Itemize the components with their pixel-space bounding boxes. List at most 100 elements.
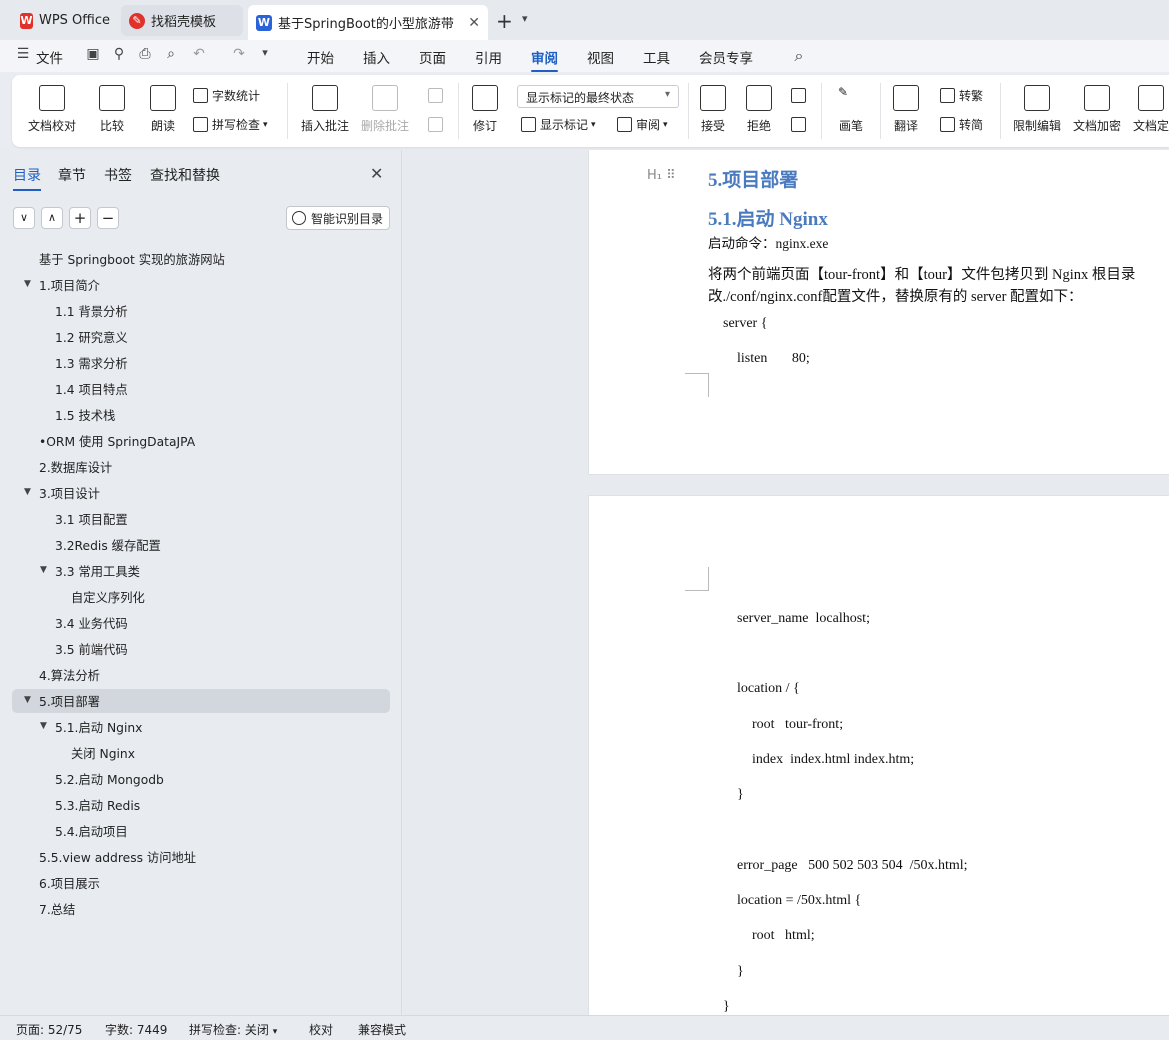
- heading-2[interactable]: 5.1.启动 Nginx: [708, 204, 828, 231]
- print-icon[interactable]: ⎙: [136, 46, 154, 64]
- reject-button[interactable]: 拒绝: [746, 85, 772, 134]
- code-line[interactable]: location = /50x.html {: [737, 893, 861, 909]
- code-line[interactable]: listen 80;: [737, 351, 810, 367]
- menu-page[interactable]: 页面: [419, 47, 446, 67]
- toc-item[interactable]: 2.数据库设计: [12, 455, 390, 479]
- code-line[interactable]: server {: [723, 316, 767, 332]
- share-icon[interactable]: ⚲: [110, 46, 128, 64]
- menu-file[interactable]: 文件: [36, 47, 63, 67]
- add-heading-button[interactable]: +: [69, 207, 91, 229]
- toc-item[interactable]: 1.1 背景分析: [12, 299, 390, 323]
- toc-item[interactable]: 1.4 项目特点: [12, 377, 390, 401]
- delete-comment-button[interactable]: 删除批注: [361, 85, 409, 134]
- menu-start[interactable]: 开始: [307, 47, 334, 67]
- tab-sections[interactable]: 章节: [58, 165, 86, 185]
- track-changes-button[interactable]: 修订: [472, 85, 498, 134]
- to-traditional-button[interactable]: 转繁: [940, 87, 983, 104]
- prev-comment-icon[interactable]: [428, 88, 447, 103]
- toc-item[interactable]: 5.4.启动项目: [12, 819, 390, 843]
- toc-item[interactable]: 3.5 前端代码: [12, 637, 390, 661]
- toc-item[interactable]: 1.2 研究意义: [12, 325, 390, 349]
- proofread-status[interactable]: 校对: [309, 1021, 333, 1038]
- toc-item[interactable]: 关闭 Nginx: [12, 741, 390, 765]
- markup-state-select[interactable]: 显示标记的最终状态 ▾: [517, 85, 679, 108]
- toc-item[interactable]: 7.总结: [12, 897, 390, 921]
- heading-1[interactable]: 5.项目部署: [708, 165, 798, 192]
- toc-item[interactable]: 5.2.启动 Mongodb: [12, 767, 390, 791]
- toc-item[interactable]: 5.项目部署 ▼: [12, 689, 390, 713]
- save-icon[interactable]: ▣: [84, 46, 102, 64]
- code-line[interactable]: location / {: [737, 681, 800, 697]
- tab-find-replace[interactable]: 查找和替换: [150, 165, 220, 185]
- code-line[interactable]: root html;: [752, 928, 815, 944]
- tab-bookmarks[interactable]: 书签: [104, 165, 132, 185]
- expand-caret-icon[interactable]: ▼: [40, 721, 47, 731]
- spell-check-status[interactable]: 拼写检查: 关闭 ▾: [189, 1021, 277, 1038]
- toc-item[interactable]: 6.项目展示: [12, 871, 390, 895]
- paragraph-line[interactable]: 将两个前端页面【tour-front】和【tour】文件包拷贝到 Nginx 根…: [708, 263, 1135, 284]
- review-pane-button[interactable]: 审阅 ▾: [617, 116, 668, 133]
- toc-item[interactable]: 4.算法分析: [12, 663, 390, 687]
- close-icon[interactable]: ✕: [370, 164, 383, 183]
- read-aloud-button[interactable]: 朗读: [150, 85, 176, 134]
- add-tab-icon[interactable]: +: [496, 9, 513, 33]
- word-count[interactable]: 字数: 7449: [105, 1021, 167, 1038]
- toc-item[interactable]: 3.3 常用工具类 ▼: [12, 559, 390, 583]
- toc-item[interactable]: 3.1 项目配置: [12, 507, 390, 531]
- toc-item[interactable]: 1.3 需求分析: [12, 351, 390, 375]
- redo-icon[interactable]: ↷: [230, 46, 248, 64]
- encrypt-button[interactable]: 文档加密: [1073, 85, 1121, 134]
- toc-item[interactable]: •ORM 使用 SpringDataJPA: [12, 429, 390, 453]
- menu-tools[interactable]: 工具: [643, 47, 670, 67]
- code-line[interactable]: error_page 500 502 503 504 /50x.html;: [737, 858, 968, 874]
- next-comment-icon[interactable]: [428, 117, 447, 132]
- show-markup-button[interactable]: 显示标记 ▾: [521, 116, 596, 133]
- toc-item[interactable]: 3.4 业务代码: [12, 611, 390, 635]
- finalize-button[interactable]: 文档定: [1133, 85, 1169, 134]
- menu-references[interactable]: 引用: [475, 47, 502, 67]
- tab-document[interactable]: W 基于SpringBoot的小型旅游带 ✕: [248, 5, 488, 40]
- word-count-button[interactable]: 字数统计: [193, 87, 260, 104]
- toc-item[interactable]: 5.1.启动 Nginx ▼: [12, 715, 390, 739]
- paragraph-line[interactable]: 改./conf/nginx.conf配置文件，替换原有的 server 配置如下…: [708, 285, 1083, 306]
- toc-item[interactable]: 自定义序列化: [12, 585, 390, 609]
- expand-up-button[interactable]: ∧: [41, 207, 63, 229]
- expand-caret-icon[interactable]: ▼: [24, 487, 31, 497]
- tab-docer-templates[interactable]: ✎ 找稻壳模板: [121, 5, 243, 36]
- compare-button[interactable]: 比较: [99, 85, 125, 134]
- code-line[interactable]: }: [737, 964, 744, 980]
- prev-change-icon[interactable]: [791, 88, 810, 103]
- menu-membership[interactable]: 会员专享: [699, 47, 753, 67]
- tab-toc[interactable]: 目录: [13, 165, 41, 191]
- hamburger-icon[interactable]: ☰: [14, 46, 32, 64]
- toc-item[interactable]: 1.项目简介 ▼: [12, 273, 390, 297]
- next-change-icon[interactable]: [791, 117, 810, 132]
- close-tab-icon[interactable]: ✕: [468, 15, 480, 31]
- toc-item[interactable]: 5.3.启动 Redis: [12, 793, 390, 817]
- smart-toc-button[interactable]: 智能识别目录: [286, 206, 390, 230]
- tab-wps-office[interactable]: W WPS Office: [12, 5, 118, 36]
- expand-caret-icon[interactable]: ▼: [24, 279, 31, 289]
- chevron-down-icon[interactable]: ▾: [522, 12, 528, 25]
- menu-review[interactable]: 审阅: [531, 47, 558, 72]
- accept-button[interactable]: 接受: [700, 85, 726, 134]
- toc-item[interactable]: 基于 Springboot 实现的旅游网站: [12, 247, 390, 271]
- code-line[interactable]: }: [737, 787, 744, 803]
- insert-comment-button[interactable]: 插入批注: [301, 85, 349, 134]
- toc-item[interactable]: 1.5 技术栈: [12, 403, 390, 427]
- proofread-button[interactable]: 文档校对: [28, 85, 76, 134]
- expand-caret-icon[interactable]: ▼: [40, 565, 47, 575]
- translate-button[interactable]: 翻译: [893, 85, 919, 134]
- start-command[interactable]: 启动命令：nginx.exe: [708, 232, 828, 252]
- spell-check-button[interactable]: 拼写检查 ▾: [193, 116, 268, 133]
- code-line[interactable]: }: [723, 999, 730, 1015]
- remove-heading-button[interactable]: −: [97, 207, 119, 229]
- print-preview-icon[interactable]: ⌕: [162, 46, 180, 64]
- ink-button[interactable]: ✎ 画笔: [838, 85, 864, 134]
- to-simplified-button[interactable]: 转简: [940, 116, 983, 133]
- toc-item[interactable]: 5.5.view address 访问地址: [12, 845, 390, 869]
- code-line[interactable]: server_name localhost;: [737, 611, 870, 627]
- menu-insert[interactable]: 插入: [363, 47, 390, 67]
- page-indicator[interactable]: 页面: 52/75: [16, 1021, 82, 1038]
- chevron-down-icon[interactable]: ▾: [256, 46, 274, 64]
